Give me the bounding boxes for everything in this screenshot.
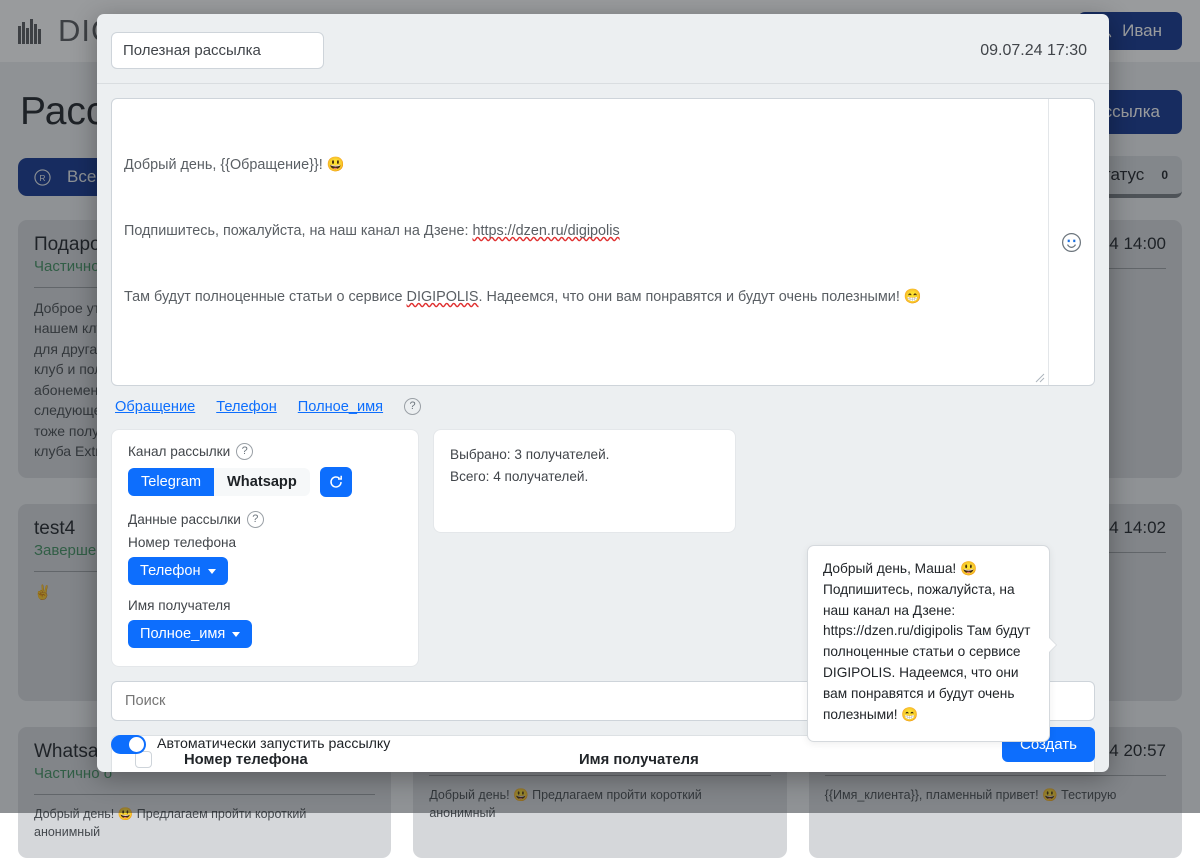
channel-option-telegram[interactable]: Telegram bbox=[128, 468, 214, 496]
mailing-data-label: Данные рассылки bbox=[128, 512, 241, 527]
resize-grip-icon[interactable] bbox=[1034, 372, 1045, 383]
recipients-summary-panel: Выбрано: 3 получателей. Всего: 4 получат… bbox=[433, 429, 736, 533]
token-polnoe-imya[interactable]: Полное_имя bbox=[298, 399, 383, 415]
token-telefon[interactable]: Телефон bbox=[216, 399, 277, 415]
channel-option-whatsapp[interactable]: Whatsapp bbox=[214, 468, 310, 496]
mailing-data-label-row: Данные рассылки ? bbox=[128, 511, 402, 528]
total-count-text: Всего: 4 получателей. bbox=[450, 466, 719, 488]
auto-start-label: Автоматически запустить рассылку bbox=[157, 736, 390, 752]
message-line-2: Подпишитесь, пожалуйста, на наш канал на… bbox=[124, 220, 1036, 242]
token-obrashchenie[interactable]: Обращение bbox=[115, 399, 195, 415]
channel-label: Канал рассылки bbox=[128, 444, 230, 459]
chevron-down-icon bbox=[232, 632, 240, 637]
message-editor: Добрый день, {{Обращение}}! 😃 Подпишитес… bbox=[111, 98, 1095, 386]
beaming-face-emoji: 😁 bbox=[901, 707, 918, 722]
message-line-2-text: Подпишитесь, пожалуйста, на наш канал на… bbox=[124, 223, 472, 239]
message-line-3-brand: DIGIPOLIS bbox=[407, 289, 479, 305]
chevron-down-icon bbox=[208, 569, 216, 574]
message-line-1-text: Добрый день, {{Обращение}}! bbox=[124, 157, 327, 173]
selected-count-text: Выбрано: 3 получателей. bbox=[450, 444, 719, 466]
variable-tokens: Обращение Телефон Полное_имя ? bbox=[111, 386, 1095, 429]
message-line-1: Добрый день, {{Обращение}}! 😃 bbox=[124, 154, 1036, 176]
message-line-2-link: https://dzen.ru/digipolis bbox=[472, 223, 619, 239]
message-textarea[interactable]: Добрый день, {{Обращение}}! 😃 Подпишитес… bbox=[112, 99, 1048, 385]
channel-controls: Telegram Whatsapp bbox=[128, 467, 402, 497]
channel-help-icon[interactable]: ? bbox=[236, 443, 253, 460]
phone-field-dropdown[interactable]: Телефон bbox=[128, 557, 228, 585]
mailing-settings-panel: Канал рассылки ? Telegram Whatsapp bbox=[111, 429, 419, 667]
tokens-help-icon[interactable]: ? bbox=[404, 398, 421, 415]
tooltip-text-a: Добрый день, Маша! bbox=[823, 561, 960, 576]
mailing-title-input[interactable] bbox=[111, 32, 324, 69]
grinning-face-emoji: 😃 bbox=[960, 561, 977, 576]
phone-field-label: Номер телефона bbox=[128, 535, 402, 550]
refresh-icon bbox=[328, 474, 344, 490]
grinning-face-emoji: 😃 bbox=[327, 157, 345, 173]
refresh-recipients-button[interactable] bbox=[320, 467, 352, 497]
message-line-3-text-c: . Надеемся, что они вам понравятся и буд… bbox=[479, 289, 904, 305]
name-field-label: Имя получателя bbox=[128, 598, 402, 613]
emoji-picker-column bbox=[1048, 99, 1094, 385]
message-line-3-text-a: Там будут полноценные статьи о сервисе bbox=[124, 289, 407, 305]
auto-start-row: Автоматически запустить рассылку bbox=[111, 735, 390, 754]
auto-start-toggle[interactable] bbox=[111, 735, 146, 754]
tooltip-text-b: Подпишитесь, пожалуйста, на наш канал на… bbox=[823, 582, 1030, 722]
name-field-value: Полное_имя bbox=[140, 626, 225, 642]
mailing-data-help-icon[interactable]: ? bbox=[247, 511, 264, 528]
message-line-3: Там будут полноценные статьи о сервисе D… bbox=[124, 286, 1036, 308]
channel-label-row: Канал рассылки ? bbox=[128, 443, 402, 460]
channel-toggle-group: Telegram Whatsapp bbox=[128, 468, 310, 496]
modal-header: 09.07.24 17:30 bbox=[97, 14, 1109, 84]
message-preview-tooltip: Добрый день, Маша! 😃 Подпишитесь, пожалу… bbox=[807, 545, 1050, 742]
beaming-face-emoji: 😁 bbox=[904, 289, 922, 305]
mailing-date: 09.07.24 17:30 bbox=[980, 42, 1095, 60]
emoji-picker-icon[interactable] bbox=[1061, 232, 1082, 253]
name-field-dropdown[interactable]: Полное_имя bbox=[128, 620, 252, 648]
phone-field-value: Телефон bbox=[140, 563, 201, 579]
